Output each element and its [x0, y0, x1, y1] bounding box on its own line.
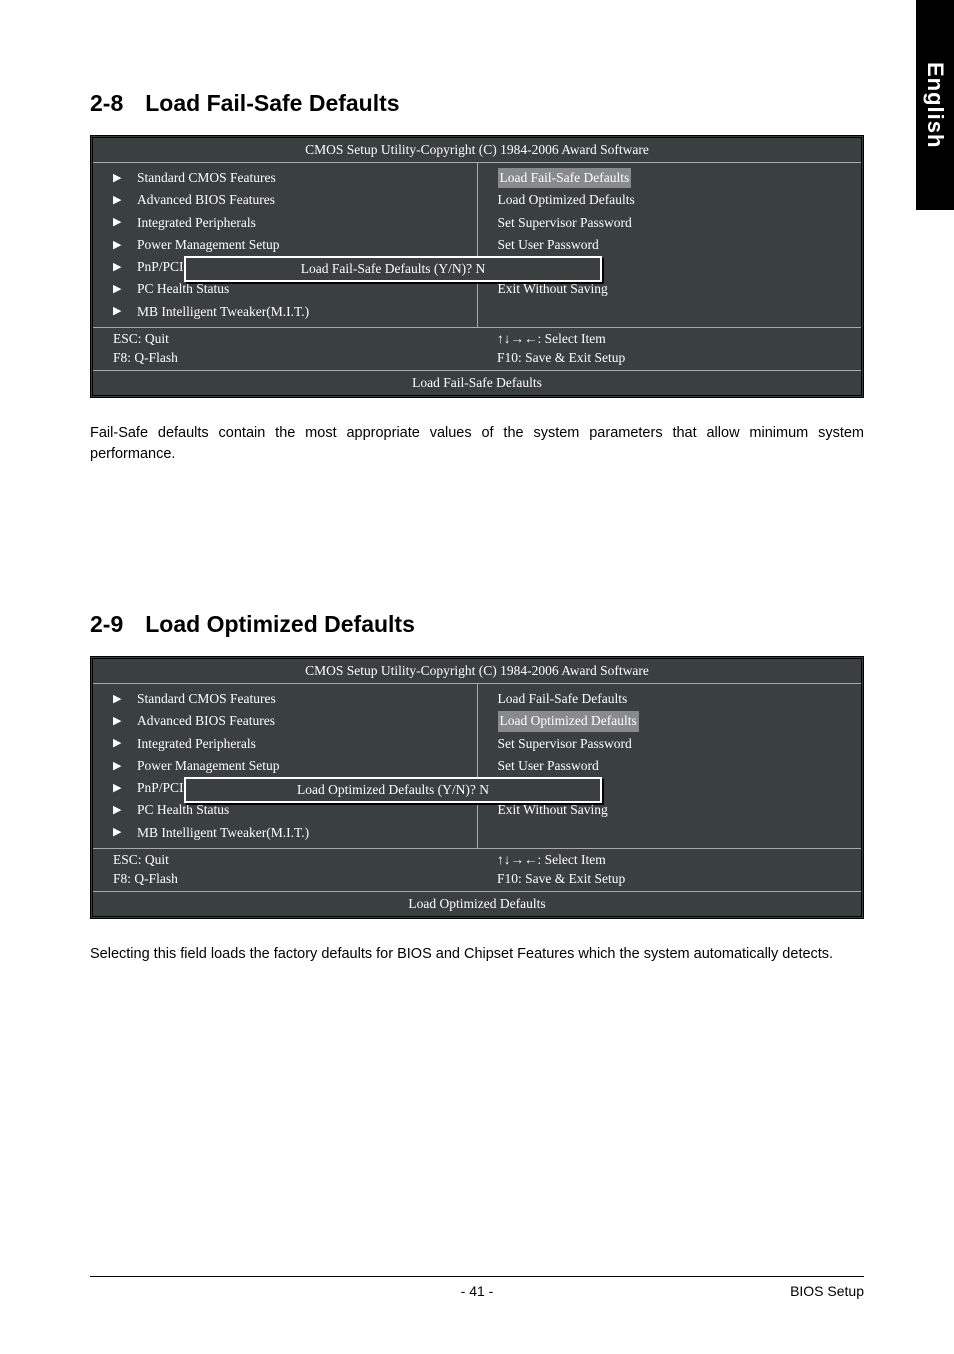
- language-label: English: [922, 62, 948, 148]
- hint-esc: ESC: Quit: [113, 851, 457, 870]
- arrow-icon: ▶: [113, 802, 123, 819]
- arrow-icon: ▶: [113, 713, 123, 730]
- bios-footer: ESC: Quit F8: Q-Flash ↑↓→←: Select Item …: [93, 849, 861, 892]
- page-footer: - 41 - BIOS Setup: [90, 1276, 864, 1299]
- section2-body: Selecting this field loads the factory d…: [90, 944, 864, 966]
- language-tab: English: [916, 0, 954, 210]
- footer-right: ↑↓→←: Select Item F10: Save & Exit Setup: [477, 849, 861, 891]
- dialog-text: Load Fail-Safe Defaults (Y/N)? N: [301, 261, 485, 276]
- page-number: - 41 -: [461, 1283, 494, 1299]
- menu-item[interactable]: Load Optimized Defaults: [498, 710, 852, 732]
- menu-item[interactable]: ▶Standard CMOS Features: [113, 167, 467, 189]
- bios-box-2: CMOS Setup Utility-Copyright (C) 1984-20…: [90, 656, 864, 919]
- arrow-icon: ▶: [113, 758, 123, 775]
- hint-arrows: ↑↓→←: Select Item: [497, 330, 841, 349]
- arrow-icon: ▶: [113, 303, 123, 320]
- menu-item[interactable]: Set Supervisor Password: [498, 733, 852, 755]
- menu-item[interactable]: Load Optimized Defaults: [498, 189, 852, 211]
- arrow-icon: ▶: [113, 259, 123, 276]
- section-number: 2-8: [90, 90, 123, 117]
- section-number: 2-9: [90, 611, 123, 638]
- arrow-icon: ▶: [113, 824, 123, 841]
- confirm-dialog[interactable]: Load Fail-Safe Defaults (Y/N)? N: [184, 256, 602, 282]
- bios-status-bar: Load Optimized Defaults: [93, 892, 861, 916]
- footer-left: ESC: Quit F8: Q-Flash: [93, 328, 477, 370]
- bios-menu: ▶Standard CMOS Features ▶Advanced BIOS F…: [93, 684, 861, 849]
- bios-header: CMOS Setup Utility-Copyright (C) 1984-20…: [93, 659, 861, 684]
- menu-item[interactable]: ▶MB Intelligent Tweaker(M.I.T.): [113, 301, 467, 323]
- bios-footer: ESC: Quit F8: Q-Flash ↑↓→←: Select Item …: [93, 328, 861, 371]
- menu-item[interactable]: Load Fail-Safe Defaults: [498, 688, 852, 710]
- bios-status-bar: Load Fail-Safe Defaults: [93, 371, 861, 395]
- bios-right-col: Load Fail-Safe Defaults Load Optimized D…: [478, 163, 862, 327]
- menu-item[interactable]: ▶Integrated Peripherals: [113, 733, 467, 755]
- menu-item[interactable]: Set User Password: [498, 755, 852, 777]
- dialog-text: Load Optimized Defaults (Y/N)? N: [297, 782, 489, 797]
- bios-right-col: Load Fail-Safe Defaults Load Optimized D…: [478, 684, 862, 848]
- arrow-icon: ▶: [113, 281, 123, 298]
- arrow-icon: ▶: [113, 214, 123, 231]
- section-heading-2: 2-9 Load Optimized Defaults: [90, 611, 864, 638]
- hint-f10: F10: Save & Exit Setup: [497, 870, 841, 889]
- section-title: Load Fail-Safe Defaults: [145, 90, 399, 117]
- menu-item[interactable]: ▶Advanced BIOS Features: [113, 710, 467, 732]
- section-title: Load Optimized Defaults: [145, 611, 415, 638]
- arrow-icon: ▶: [113, 192, 123, 209]
- menu-item[interactable]: ▶Integrated Peripherals: [113, 212, 467, 234]
- bios-left-col: ▶Standard CMOS Features ▶Advanced BIOS F…: [93, 163, 478, 327]
- arrow-icon: ▶: [113, 170, 123, 187]
- bios-box-1: CMOS Setup Utility-Copyright (C) 1984-20…: [90, 135, 864, 398]
- hint-f8: F8: Q-Flash: [113, 349, 457, 368]
- confirm-dialog[interactable]: Load Optimized Defaults (Y/N)? N: [184, 777, 602, 803]
- menu-item[interactable]: Set Supervisor Password: [498, 212, 852, 234]
- hint-f8: F8: Q-Flash: [113, 870, 457, 889]
- hint-f10: F10: Save & Exit Setup: [497, 349, 841, 368]
- arrow-icon: ▶: [113, 780, 123, 797]
- arrow-icon: ▶: [113, 735, 123, 752]
- footer-section-label: BIOS Setup: [790, 1283, 864, 1299]
- arrow-icon: ▶: [113, 691, 123, 708]
- footer-right: ↑↓→←: Select Item F10: Save & Exit Setup: [477, 328, 861, 370]
- page-content: 2-8 Load Fail-Safe Defaults CMOS Setup U…: [0, 0, 954, 965]
- menu-item[interactable]: ▶MB Intelligent Tweaker(M.I.T.): [113, 822, 467, 844]
- menu-item[interactable]: ▶Power Management Setup: [113, 234, 467, 256]
- hint-esc: ESC: Quit: [113, 330, 457, 349]
- bios-left-col: ▶Standard CMOS Features ▶Advanced BIOS F…: [93, 684, 478, 848]
- section1-body: Fail-Safe defaults contain the most appr…: [90, 423, 864, 467]
- section-heading-1: 2-8 Load Fail-Safe Defaults: [90, 90, 864, 117]
- bios-menu: ▶Standard CMOS Features ▶Advanced BIOS F…: [93, 163, 861, 328]
- menu-item[interactable]: Load Fail-Safe Defaults: [498, 167, 852, 189]
- menu-item[interactable]: ▶Power Management Setup: [113, 755, 467, 777]
- menu-item[interactable]: ▶Advanced BIOS Features: [113, 189, 467, 211]
- menu-item[interactable]: Set User Password: [498, 234, 852, 256]
- footer-left: ESC: Quit F8: Q-Flash: [93, 849, 477, 891]
- menu-item[interactable]: ▶Standard CMOS Features: [113, 688, 467, 710]
- arrow-icon: ▶: [113, 237, 123, 254]
- hint-arrows: ↑↓→←: Select Item: [497, 851, 841, 870]
- bios-header: CMOS Setup Utility-Copyright (C) 1984-20…: [93, 138, 861, 163]
